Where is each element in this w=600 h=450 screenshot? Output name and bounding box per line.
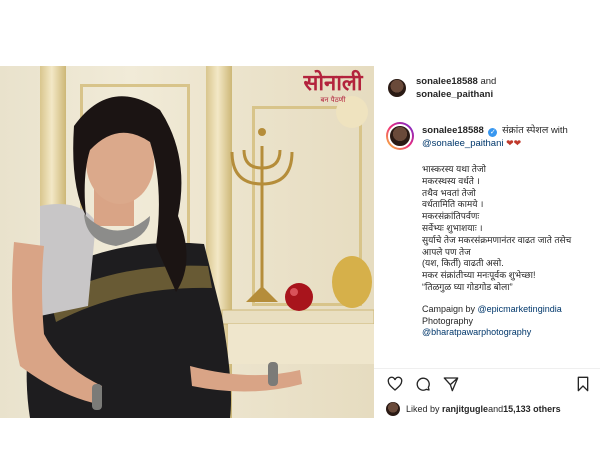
caption-username[interactable]: sonalee18588: [422, 125, 484, 136]
author-link-2[interactable]: sonalee_paithani: [416, 89, 493, 100]
share-button[interactable]: [442, 375, 460, 393]
caption-title: sonalee18588 ✓ संक्रांत स्पेशल with @son…: [422, 122, 568, 150]
caption-avatar-ring[interactable]: [386, 122, 414, 150]
credit-line: Photography: [422, 316, 590, 328]
credit-handle[interactable]: @bharatpawarphotography: [422, 327, 531, 337]
instagram-post: सोनाली बन पैठणी sonalee18588 and sonalee…: [0, 66, 600, 418]
brand-logo: सोनाली बन पैठणी: [296, 70, 370, 122]
collab-avatar[interactable]: [386, 77, 408, 99]
action-bar: [374, 368, 600, 398]
like-button[interactable]: [386, 375, 404, 393]
caption-area: sonalee18588 ✓ संक्रांत स्पेशल with @son…: [374, 122, 600, 358]
caption-title-text: संक्रांत स्पेशल with: [502, 125, 568, 136]
credit-line: Campaign by @epicmarketingindia: [422, 304, 590, 316]
post-photo[interactable]: सोनाली बन पैठणी: [0, 66, 374, 418]
comment-icon: [416, 377, 430, 391]
credit-line: @bharatpawarphotography: [422, 327, 590, 339]
caption-line: सर्वेभ्यः शुभाशयाः ।: [422, 222, 483, 233]
hearts-emoji-icon: ❤❤: [506, 138, 522, 148]
author-link-1[interactable]: sonalee18588: [416, 76, 478, 87]
comment-button[interactable]: [414, 375, 432, 393]
post-header: sonalee18588 and sonalee_paithani: [374, 66, 600, 110]
caption-line: वर्धतामिति कामये ।: [422, 199, 484, 210]
likes-summary: Liked by ranjitgugle and 15,133 others: [374, 400, 600, 418]
caption-line: आपले पण तेज: [422, 246, 471, 257]
caption-line: तथैव भवतां तेजो: [422, 187, 476, 198]
credit-handle[interactable]: @epicmarketingindia: [478, 304, 562, 314]
brand-logo-text: सोनाली: [303, 70, 363, 96]
heart-icon: [387, 376, 403, 391]
caption-line: मकरसंक्रांतिपर्वणः: [422, 211, 480, 222]
likes-user[interactable]: ranjitgugle: [442, 404, 488, 414]
caption-line: “तिळगुळ घ्या गोडगोड बोला”: [422, 281, 513, 292]
verified-badge-icon: ✓: [488, 128, 498, 137]
caption-mention[interactable]: @sonalee_paithani: [422, 138, 503, 149]
caption-line: सुर्याचे तेज मकरसंक्रमणानंतर वाढत जाते त…: [422, 234, 572, 245]
caption-line: (यश, किर्ती) वाढती असो.: [422, 258, 504, 269]
likes-joiner: and: [488, 404, 504, 414]
caption-line: मकर संक्रांतीच्या मनःपूर्वक शुभेच्छा!: [422, 270, 536, 281]
caption-line: भास्करस्य यथा तेजो: [422, 164, 486, 174]
author-joiner: and: [480, 76, 497, 87]
post-side-panel: sonalee18588 and sonalee_paithani sonale…: [374, 66, 600, 418]
likes-prefix: Liked by: [406, 404, 440, 414]
save-button[interactable]: [574, 375, 592, 393]
caption-header: sonalee18588 ✓ संक्रांत स्पेशल with @son…: [386, 122, 590, 150]
share-icon: [443, 376, 459, 391]
likes-count[interactable]: 15,133 others: [503, 404, 561, 414]
liker-avatar[interactable]: [386, 402, 400, 416]
caption-line: मकरस्थस्य वर्धते ।: [422, 175, 480, 186]
bookmark-icon: [577, 376, 589, 391]
caption-avatar: [388, 124, 412, 148]
post-authors: sonalee18588 and sonalee_paithani: [416, 75, 496, 101]
credit-label: Photography: [422, 315, 474, 326]
caption-body: भास्करस्य यथा तेजो मकरस्थस्य वर्धते । तथ…: [422, 164, 590, 339]
brand-logo-subtext: बन पैठणी: [320, 96, 346, 104]
credit-label: Campaign by: [422, 303, 478, 314]
